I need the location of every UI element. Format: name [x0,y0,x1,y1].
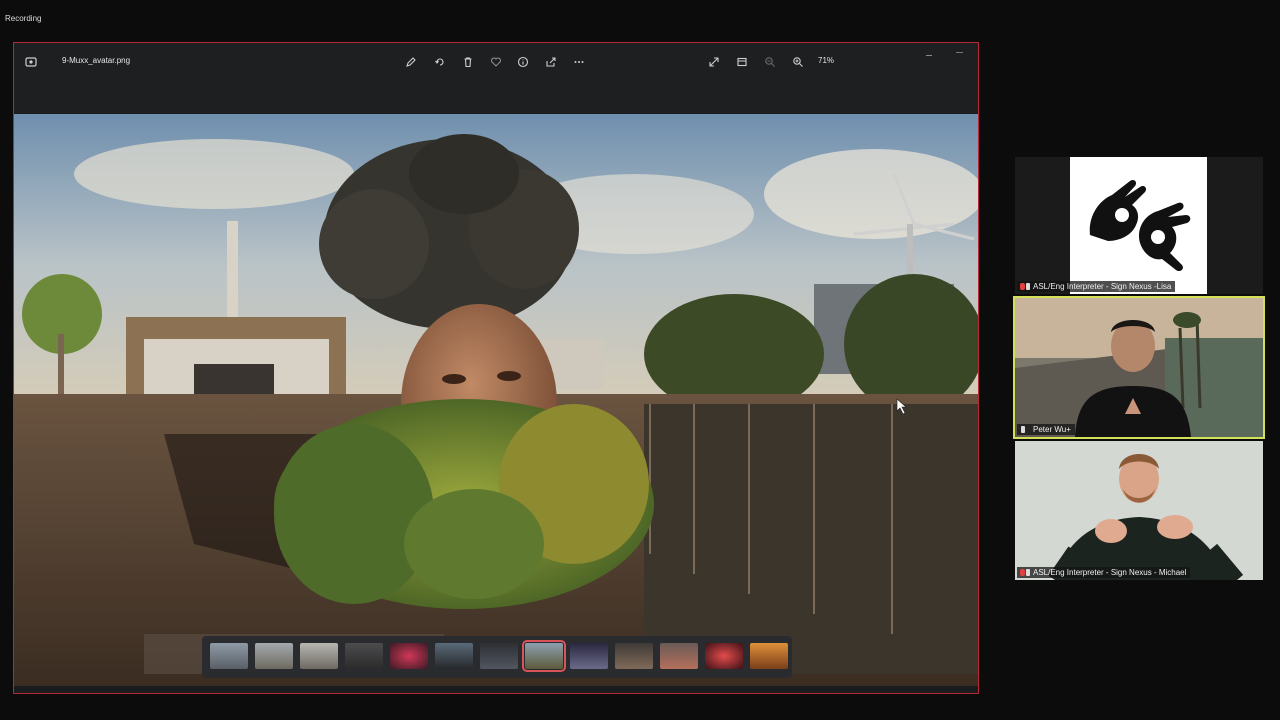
filmstrip-thumbnail[interactable] [345,643,383,669]
gallery-icon[interactable] [24,55,38,69]
image-filename: 9-Muxx_avatar.png [62,56,131,65]
asl-hands-logo [1070,157,1207,294]
filmstrip-thumbnail[interactable] [255,643,293,669]
filmstrip-thumbnail[interactable] [570,643,608,669]
meeting-top-bar: Recording [0,0,1280,40]
zoom-out-icon[interactable] [763,55,777,69]
muted-mic-icon [1020,569,1025,576]
pin-icon [1026,569,1030,576]
zoom-in-icon[interactable] [791,55,805,69]
filmstrip-thumbnail-selected[interactable] [522,640,566,672]
photo-viewer-toolbar: 9-Muxx_avatar.png 71% [14,43,978,113]
info-icon[interactable] [516,55,530,69]
participant-name-label: ASL/Eng Interpreter - Sign Nexus -Lisa [1017,281,1176,292]
expand-icon[interactable] [707,55,721,69]
delete-icon[interactable] [461,55,475,69]
filmstrip-thumbnail[interactable] [390,643,428,669]
slideshow-icon[interactable] [735,55,749,69]
photo-filmstrip [202,636,792,678]
recording-label: Recording [5,14,42,23]
pin-icon [1026,283,1030,290]
maximize-icon[interactable] [956,52,963,57]
participant-tile-active-speaker[interactable]: Peter Wu+ [1015,298,1263,437]
filmstrip-thumbnail[interactable] [705,643,743,669]
minimize-icon[interactable] [926,55,932,56]
filmstrip-thumbnail[interactable] [750,643,788,669]
share-icon[interactable] [544,55,558,69]
participant-name-label: ASL/Eng Interpreter - Sign Nexus - Micha… [1017,567,1191,578]
favorite-icon[interactable] [489,55,503,69]
filmstrip-thumbnail[interactable] [435,643,473,669]
participant-tile-asl-logo[interactable]: ASL/Eng Interpreter - Sign Nexus -Lisa [1015,157,1263,294]
edit-icon[interactable] [404,55,418,69]
filmstrip-thumbnail[interactable] [615,643,653,669]
filmstrip-thumbnail[interactable] [210,643,248,669]
participant-video [1015,441,1263,580]
avatar-render-image [14,114,978,686]
participant-name-label: Peter Wu+ [1017,424,1075,435]
rotate-icon[interactable] [433,55,447,69]
pin-icon [1021,426,1025,433]
filmstrip-thumbnail[interactable] [300,643,338,669]
zoom-level: 71% [818,56,835,65]
screen-share-frame: 9-Muxx_avatar.png 71% [13,42,979,694]
more-icon[interactable] [572,55,586,69]
filmstrip-thumbnail[interactable] [480,643,518,669]
participant-tile-interpreter[interactable]: ASL/Eng Interpreter - Sign Nexus - Micha… [1015,441,1263,580]
filmstrip-thumbnail[interactable] [660,643,698,669]
muted-mic-icon [1020,283,1025,290]
participant-video [1015,298,1263,437]
